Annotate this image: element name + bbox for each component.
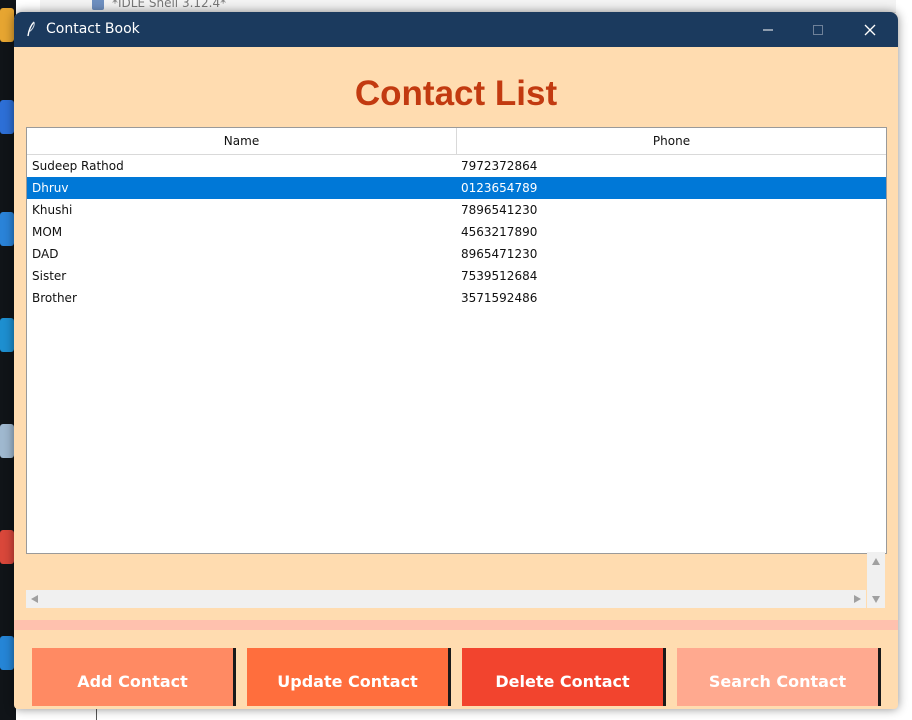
close-icon [864,24,876,35]
page-title: Contact List [354,74,558,113]
desktop-icon[interactable] [0,530,14,564]
table-row-selected[interactable]: Dhruv 0123654789 [27,177,886,199]
contact-phone: 7539512684 [461,269,538,283]
column-header-name[interactable]: Name [27,128,457,154]
contact-name: Dhruv [32,181,69,195]
section-divider [14,620,898,630]
vertical-scrollbar[interactable] [867,552,885,608]
table-row[interactable]: Sister 7539512684 [27,265,886,287]
minimize-button[interactable] [744,12,792,47]
background-window-edge [896,40,912,720]
desktop-icon[interactable] [0,100,14,134]
desktop-icon[interactable] [0,318,14,352]
contact-name: Khushi [32,203,73,217]
contact-phone: 8965471230 [461,247,538,261]
table-row[interactable]: MOM 4563217890 [27,221,886,243]
feather-icon [27,21,35,37]
contact-name: MOM [32,225,63,239]
window-title: Contact Book [46,21,140,37]
desktop-icon[interactable] [0,8,14,42]
contact-phone: 0123654789 [461,181,538,195]
table-row[interactable]: DAD 8965471230 [27,243,886,265]
table-row[interactable]: Brother 3571592486 [27,287,886,309]
table-header: Name Phone [27,128,886,155]
background-window-title: *IDLE Shell 3.12.4* [112,0,227,10]
scroll-left-icon[interactable] [31,595,38,603]
maximize-icon [813,24,823,35]
contact-name: Sudeep Rathod [32,159,124,173]
minimize-icon [763,29,773,30]
document-icon [92,0,104,10]
scroll-down-icon[interactable] [872,596,880,603]
contact-phone: 4563217890 [461,225,538,239]
contact-name: Sister [32,269,67,283]
search-contact-button[interactable]: Search Contact [677,648,881,706]
contact-name: DAD [32,247,59,261]
add-contact-button[interactable]: Add Contact [32,648,236,706]
table-rows: Sudeep Rathod 7972372864 Dhruv 012365478… [27,155,886,309]
desktop-icon[interactable] [0,424,14,458]
close-button[interactable] [846,12,894,47]
maximize-button[interactable] [794,12,842,47]
delete-contact-button[interactable]: Delete Contact [462,648,666,706]
desktop-icon[interactable] [0,636,14,670]
horizontal-scrollbar[interactable] [26,590,866,608]
contact-phone: 7896541230 [461,203,538,217]
window-titlebar[interactable]: Contact Book [14,12,898,47]
contact-book-window: Contact Book Contact List Name Phone Sud… [14,12,898,709]
desktop-icon[interactable] [0,212,14,246]
scroll-up-icon[interactable] [872,558,880,565]
table-row[interactable]: Sudeep Rathod 7972372864 [27,155,886,177]
update-contact-button[interactable]: Update Contact [247,648,451,706]
column-header-phone[interactable]: Phone [457,128,886,154]
contact-phone: 3571592486 [461,291,538,305]
contact-name: Brother [32,291,77,305]
contact-phone: 7972372864 [461,159,538,173]
table-row[interactable]: Khushi 7896541230 [27,199,886,221]
scroll-right-icon[interactable] [854,595,861,603]
contact-table[interactable]: Name Phone Sudeep Rathod 7972372864 Dhru… [26,127,887,554]
